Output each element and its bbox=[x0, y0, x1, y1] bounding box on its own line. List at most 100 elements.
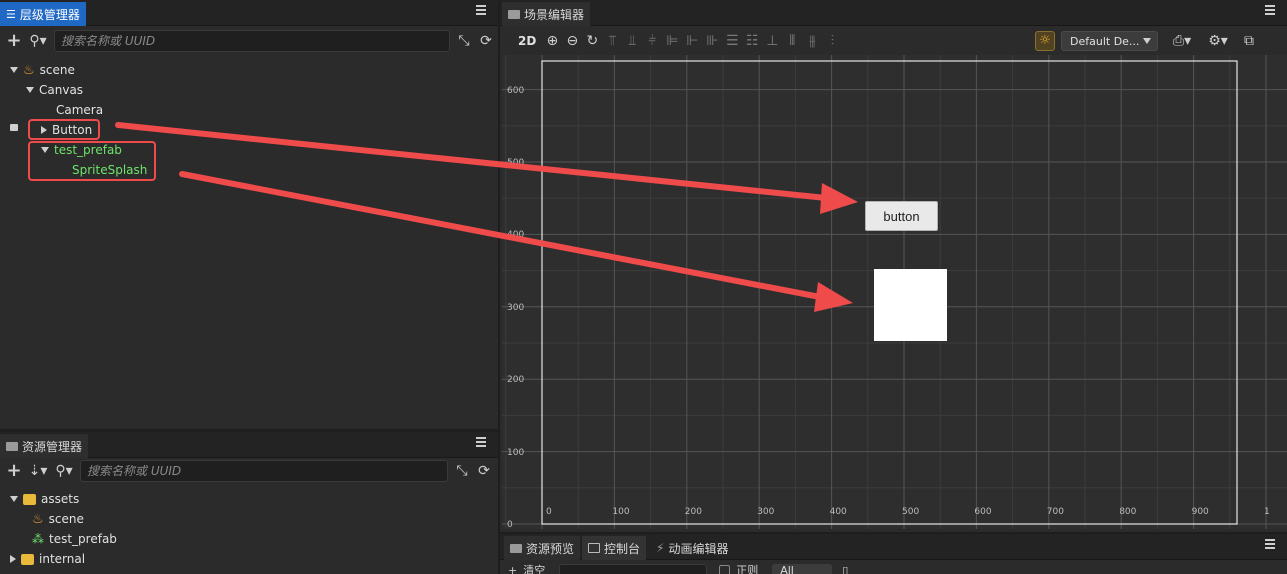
assets-tabbar: 资源管理器 bbox=[0, 432, 498, 458]
x-tick-label: 600 bbox=[974, 507, 992, 517]
2d-toggle-button[interactable]: 2D bbox=[518, 34, 536, 48]
hierarchy-tab-label: 层级管理器 bbox=[19, 7, 80, 22]
x-tick-label: 200 bbox=[684, 507, 702, 517]
tree-node-scene[interactable]: ♨ scene bbox=[10, 60, 75, 80]
assets-menu-icon[interactable] bbox=[476, 437, 486, 447]
regex-checkbox[interactable] bbox=[719, 564, 731, 574]
tree-node-camera[interactable]: Camera bbox=[56, 100, 103, 120]
distribute-h-icon[interactable]: ⫵ bbox=[804, 33, 820, 49]
log-level-select[interactable]: All bbox=[772, 564, 833, 574]
highlight-box-prefab bbox=[28, 141, 156, 181]
collapse-icon[interactable]: ⤡ bbox=[456, 33, 472, 49]
y-tick-label: 100 bbox=[507, 447, 525, 458]
zoom-out-icon[interactable]: ⊖ bbox=[564, 33, 580, 49]
tab-asset-preview[interactable]: 资源预览 bbox=[504, 536, 581, 560]
sort-icon[interactable]: ⇣▾ bbox=[28, 463, 48, 479]
asset-item-label: internal bbox=[39, 552, 86, 566]
scene-editor-tab[interactable]: 场景编辑器 bbox=[502, 2, 591, 26]
dropdown-arrow-icon bbox=[1143, 38, 1151, 44]
tab-console[interactable]: 控制台 bbox=[582, 536, 647, 560]
highlight-box-button bbox=[28, 119, 100, 140]
lighting-icon[interactable]: ☼ bbox=[1035, 31, 1055, 51]
scene-viewport[interactable]: 600 500 400 300 200 100 0 0 100 200 300 400 500 600 7… bbox=[502, 55, 1287, 529]
design-resolution-dropdown[interactable]: Default De... bbox=[1061, 31, 1158, 51]
x-tick-label: 300 bbox=[757, 507, 775, 517]
x-tick-label: 1 bbox=[1264, 507, 1270, 517]
search-type-icon[interactable]: ⚲▾ bbox=[54, 463, 74, 479]
expand-arrow-icon[interactable] bbox=[10, 67, 18, 73]
distribute-bottom-icon[interactable]: ⊥ bbox=[764, 33, 780, 49]
collapse-arrow-icon[interactable] bbox=[10, 555, 16, 563]
tree-node-label: Canvas bbox=[39, 83, 84, 97]
collapse-icon[interactable]: ⤡ bbox=[454, 463, 470, 479]
scene-button-node[interactable]: button bbox=[865, 201, 938, 231]
hierarchy-menu-icon[interactable] bbox=[476, 5, 486, 15]
layout-icon[interactable]: ⧉ bbox=[1241, 33, 1257, 49]
refresh-icon[interactable]: ⟳ bbox=[476, 463, 492, 479]
asset-item-scene[interactable]: ♨ scene bbox=[32, 509, 84, 529]
asset-item-internal[interactable]: internal bbox=[10, 549, 85, 569]
asset-item-label: assets bbox=[41, 492, 80, 506]
asset-item-test-prefab[interactable]: ⁂ test_prefab bbox=[32, 529, 117, 549]
gear-icon[interactable]: ⚙▾ bbox=[1206, 33, 1230, 49]
reset-view-icon[interactable]: ↻ bbox=[584, 33, 600, 49]
y-tick-label: 0 bbox=[507, 520, 513, 529]
x-tick-label: 0 bbox=[546, 507, 552, 517]
hierarchy-tab[interactable]: ☰ 层级管理器 bbox=[0, 2, 86, 26]
regex-label: 正则 bbox=[736, 564, 759, 574]
y-tick-label: 200 bbox=[507, 375, 525, 386]
align-top-icon[interactable]: ⫪ bbox=[604, 33, 620, 49]
assets-panel: 资源管理器 + ⇣▾ ⚲▾ 搜索名称或 UUID ⤡ ⟳ assets ♨ sc… bbox=[0, 432, 498, 574]
assets-search-input[interactable]: 搜索名称或 UUID bbox=[80, 460, 448, 482]
scene-sprite-node[interactable] bbox=[874, 269, 947, 341]
asset-item-label: scene bbox=[48, 512, 84, 526]
distribute-right-icon[interactable]: ⫶ bbox=[824, 33, 840, 49]
hierarchy-toolbar: + ⚲▾ 搜索名称或 UUID ⤡ ⟳ bbox=[0, 27, 498, 55]
scene-toolbar: 2D ⊕ ⊖ ↻ ⫪ ⫫ ⫩ ⊫ ⊩ ⊪ ☰ ☷ ⊥ ⫴ ⫵ ⫶ bbox=[500, 27, 1287, 55]
scene-flame-icon: ♨ bbox=[32, 511, 44, 527]
assets-search-placeholder: 搜索名称或 UUID bbox=[87, 464, 182, 478]
align-v-center-icon[interactable]: ⫫ bbox=[624, 33, 640, 49]
search-type-icon[interactable]: ⚲▾ bbox=[28, 33, 48, 49]
expand-arrow-icon[interactable] bbox=[26, 87, 34, 93]
align-left-icon[interactable]: ⊫ bbox=[664, 33, 680, 49]
database-icon bbox=[23, 493, 36, 505]
hierarchy-search-input[interactable]: 搜索名称或 UUID bbox=[54, 30, 450, 52]
camera-icon[interactable]: ⎙▾ bbox=[1170, 33, 1194, 49]
distribute-left-icon[interactable]: ⫴ bbox=[784, 33, 800, 49]
x-tick-label: 500 bbox=[902, 507, 920, 517]
log-level-label: All bbox=[780, 564, 794, 574]
align-bottom-icon[interactable]: ⫩ bbox=[644, 33, 660, 49]
tab-animation-editor[interactable]: ⚡ 动画编辑器 bbox=[650, 536, 734, 560]
add-icon[interactable]: + bbox=[6, 462, 22, 480]
scene-menu-icon[interactable] bbox=[1265, 5, 1275, 15]
tree-node-label: scene bbox=[39, 63, 75, 77]
add-icon[interactable]: + bbox=[6, 32, 22, 50]
clear-icon[interactable]: + bbox=[508, 564, 517, 574]
asset-item-assets[interactable]: assets bbox=[10, 489, 79, 509]
expand-arrow-icon[interactable] bbox=[10, 496, 18, 502]
distribute-v-icon[interactable]: ☷ bbox=[744, 33, 760, 49]
terminal-icon bbox=[588, 543, 600, 553]
console-filter-input[interactable] bbox=[559, 564, 708, 574]
design-resolution-label: Default De... bbox=[1070, 34, 1140, 48]
clear-button[interactable]: 清空 bbox=[523, 564, 545, 574]
y-tick-label: 400 bbox=[507, 230, 525, 241]
tree-node-canvas[interactable]: Canvas bbox=[26, 80, 83, 100]
folder-icon bbox=[510, 543, 522, 553]
y-tick-label: 500 bbox=[507, 158, 525, 168]
distribute-top-icon[interactable]: ☰ bbox=[724, 33, 740, 49]
file-icon[interactable]: ▯ bbox=[842, 564, 848, 574]
refresh-icon[interactable]: ⟳ bbox=[478, 33, 494, 49]
x-tick-label: 800 bbox=[1119, 507, 1137, 517]
assets-tab[interactable]: 资源管理器 bbox=[0, 434, 89, 458]
x-tick-label: 700 bbox=[1046, 507, 1064, 517]
console-toolbar: + 清空 正则 All ▯ bbox=[500, 564, 1287, 574]
lock-icon[interactable] bbox=[10, 124, 18, 131]
database-icon bbox=[21, 553, 34, 565]
bottom-menu-icon[interactable] bbox=[1265, 539, 1275, 549]
align-right-icon[interactable]: ⊪ bbox=[704, 33, 720, 49]
zoom-in-icon[interactable]: ⊕ bbox=[544, 33, 560, 49]
align-h-center-icon[interactable]: ⊩ bbox=[684, 33, 700, 49]
scene-tabbar: 场景编辑器 bbox=[500, 0, 1287, 26]
